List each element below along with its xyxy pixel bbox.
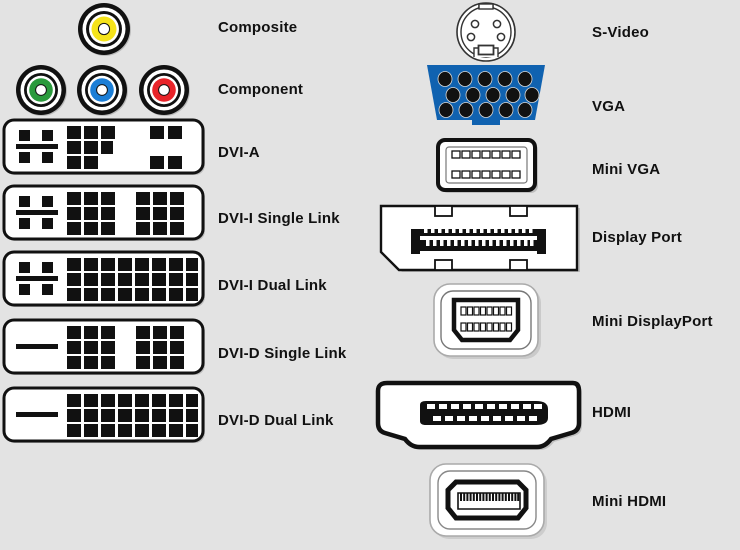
label-vga: VGA — [592, 98, 626, 115]
rca-jack-red — [139, 65, 190, 116]
label-dvi-i-dual-link: DVI-I Dual Link — [218, 277, 327, 294]
connector-mini-display-port[interactable] — [432, 282, 544, 362]
label-dvi-d-single-link: DVI-D Single Link — [218, 345, 347, 362]
connector-mini-hdmi[interactable] — [428, 462, 550, 542]
connector-mini-vga[interactable] — [436, 138, 540, 194]
dvi-digital-pins — [67, 326, 115, 369]
rca-jack-green — [16, 65, 67, 116]
display-port-shell — [379, 204, 579, 272]
label-s-video: S-Video — [592, 24, 649, 41]
connector-dvi-d-single-link[interactable] — [2, 318, 207, 378]
label-dvi-a: DVI-A — [218, 144, 260, 161]
mini-dp-shell — [451, 297, 521, 343]
label-mini-display-port: Mini DisplayPort — [592, 313, 713, 330]
display-port-pin-block — [411, 228, 546, 254]
s-video-key-slot — [477, 44, 495, 56]
label-hdmi: HDMI — [592, 404, 632, 421]
label-mini-hdmi: Mini HDMI — [592, 493, 667, 510]
dvi-blade — [16, 344, 58, 349]
dvi-blade — [16, 412, 58, 417]
connector-dvi-a[interactable] — [2, 118, 207, 176]
connector-vga[interactable] — [424, 62, 548, 132]
label-display-port: Display Port — [592, 229, 682, 246]
label-composite: Composite — [218, 19, 298, 36]
label-dvi-d-dual-link: DVI-D Dual Link — [218, 412, 334, 429]
connector-component[interactable] — [10, 60, 210, 120]
connector-chart: Composite Component DVI-A DVI-I Single L… — [0, 0, 740, 550]
dvi-digital-pins — [67, 192, 115, 235]
connector-display-port[interactable] — [378, 204, 584, 276]
label-component: Component — [218, 81, 304, 98]
label-mini-vga: Mini VGA — [592, 161, 661, 178]
connector-dvi-d-dual-link[interactable] — [2, 386, 207, 446]
connector-hdmi[interactable] — [375, 378, 588, 458]
connector-s-video[interactable] — [440, 2, 532, 64]
rca-jack-blue — [77, 65, 128, 116]
label-dvi-i-single-link: DVI-I Single Link — [218, 210, 340, 227]
connector-dvi-i-single-link[interactable] — [2, 184, 207, 242]
hdmi-pin-block — [420, 401, 548, 425]
connector-dvi-i-dual-link[interactable] — [2, 250, 207, 310]
rca-jack-yellow — [78, 3, 131, 56]
dvi-right-pin-group — [136, 326, 184, 369]
connector-composite[interactable] — [70, 2, 140, 58]
dvi-right-pin-group — [136, 192, 184, 235]
